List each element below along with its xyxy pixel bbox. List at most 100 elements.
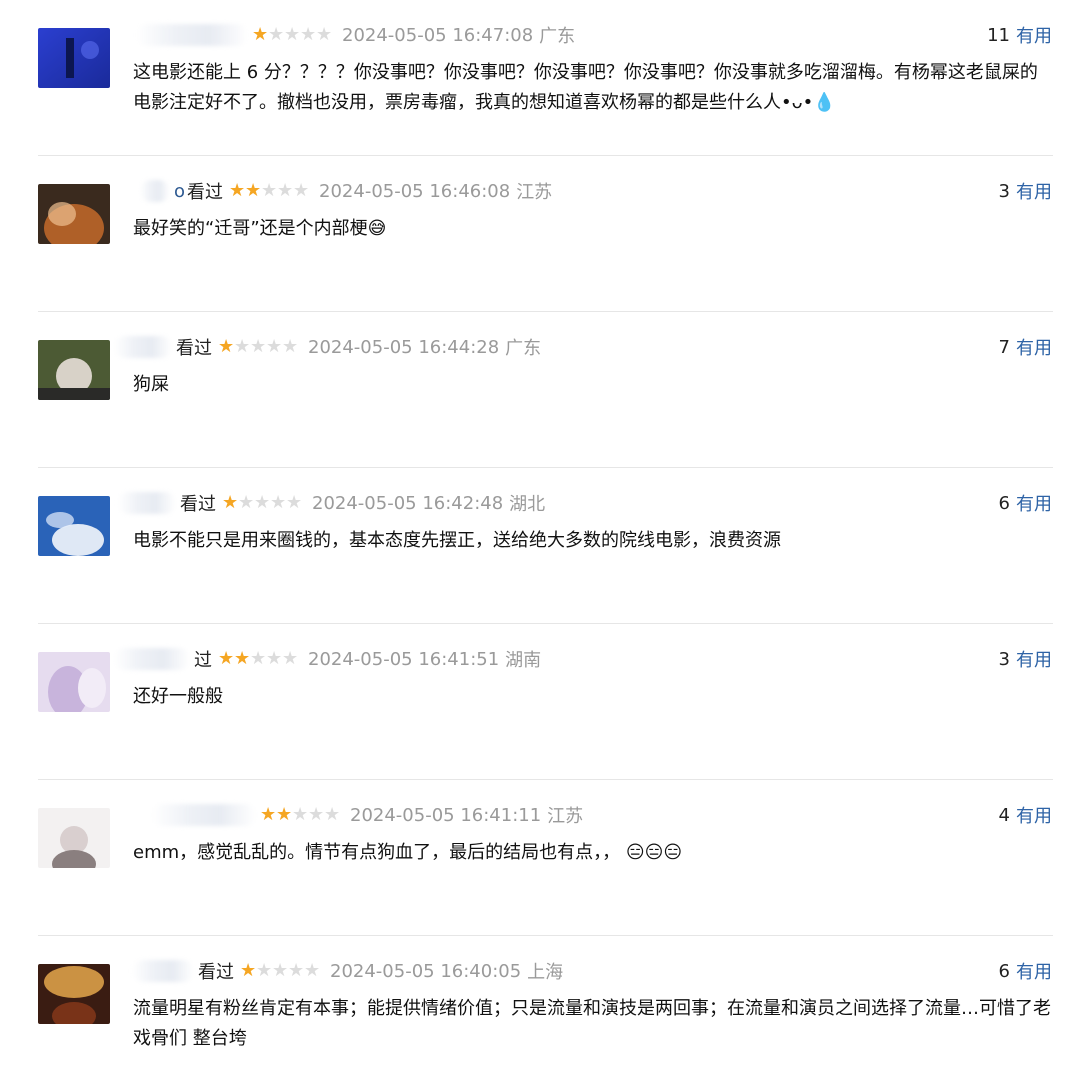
star-filled-icon: ★	[252, 24, 269, 45]
star-empty-icon: ★	[266, 336, 283, 357]
rating-stars: ★ ★ ★ ★ ★	[218, 650, 298, 668]
comment-location: 江苏	[547, 806, 584, 827]
username-tail[interactable]: o	[174, 181, 185, 202]
username-blurred[interactable]	[118, 492, 176, 514]
star-empty-icon: ★	[268, 24, 285, 45]
vote-count: 7	[998, 336, 1010, 358]
vote-area: 7 有用	[999, 332, 1052, 362]
star-empty-icon: ★	[272, 960, 289, 981]
username-blurred[interactable]	[152, 804, 256, 826]
comment-time: 2024-05-05 16:42:48	[312, 492, 504, 514]
comment-location: 江苏	[516, 182, 553, 203]
avatar[interactable]	[38, 340, 110, 400]
useful-button[interactable]: 有用	[1016, 490, 1052, 516]
vote-count: 11	[987, 24, 1010, 46]
vote-count: 4	[998, 804, 1010, 826]
star-empty-icon: ★	[300, 24, 317, 45]
star-empty-icon: ★	[286, 492, 303, 513]
comment-text: 狗屎	[133, 374, 169, 395]
comment-list: ★ ★ ★ ★ ★ 2024-05-05 16:47:08 广东 11 有用 这电影还能…	[0, 0, 1080, 1092]
avatar[interactable]	[38, 28, 110, 88]
username-blurred[interactable]	[132, 960, 194, 982]
comment-item: 看过 ★ ★ ★ ★ ★ 2024-05-05 16:42:48 湖北 6 有用 电影不…	[0, 468, 1080, 624]
comment-text: 还好一般般	[133, 686, 223, 707]
star-empty-icon: ★	[238, 492, 255, 513]
star-filled-icon: ★	[222, 492, 239, 513]
avatar[interactable]	[38, 496, 110, 556]
comment-location: 湖南	[505, 650, 542, 671]
watch-status: 看过	[198, 962, 234, 983]
star-empty-icon: ★	[308, 804, 325, 825]
star-empty-icon: ★	[293, 180, 310, 201]
star-empty-icon: ★	[234, 336, 251, 357]
vote-count: 3	[998, 180, 1010, 202]
username-blurred[interactable]	[114, 648, 190, 670]
comment-text: 电影不能只是用来圈钱的，基本态度先摆正，送给绝大多数的院线电影，浪费资源	[133, 530, 781, 551]
comment-item: o 看过 ★ ★ ★ ★ ★ 2024-05-05 16:46:08 江苏 3 有用 最…	[0, 156, 1080, 312]
comment-meta: ★ ★ ★ ★ ★ 2024-05-05 16:41:11 江苏	[152, 800, 583, 830]
star-empty-icon: ★	[304, 960, 321, 981]
watch-status: 过	[194, 650, 212, 671]
star-empty-icon: ★	[324, 804, 341, 825]
star-empty-icon: ★	[270, 492, 287, 513]
comment-text: emm，感觉乱乱的。情节有点狗血了，最后的结局也有点，， 😑😑😑	[133, 842, 683, 863]
vote-count: 3	[998, 648, 1010, 670]
star-empty-icon: ★	[316, 24, 333, 45]
star-empty-icon: ★	[292, 804, 309, 825]
avatar[interactable]	[38, 652, 110, 712]
avatar[interactable]	[38, 964, 110, 1024]
vote-area: 4 有用	[999, 800, 1052, 830]
comment-time: 2024-05-05 16:40:05	[330, 960, 522, 982]
avatar[interactable]	[38, 808, 110, 868]
useful-button[interactable]: 有用	[1016, 22, 1052, 48]
comment-location: 广东	[505, 338, 542, 359]
comment-text: 最好笑的“迁哥”还是个内部梗😅	[133, 218, 387, 239]
comment-item: 过 ★ ★ ★ ★ ★ 2024-05-05 16:41:51 湖南 3 有用 还好一般…	[0, 624, 1080, 780]
useful-button[interactable]: 有用	[1016, 646, 1052, 672]
useful-button[interactable]: 有用	[1016, 802, 1052, 828]
comment-item: ★ ★ ★ ★ ★ 2024-05-05 16:47:08 广东 11 有用 这电影还能…	[0, 0, 1080, 156]
username-blurred[interactable]	[136, 24, 248, 46]
rating-stars: ★ ★ ★ ★ ★	[218, 338, 298, 356]
star-filled-icon: ★	[245, 180, 262, 201]
comment-text: 流量明星有粉丝肯定有本事；能提供情绪价值；只是流量和演技是两回事；在流量和演员之…	[133, 998, 1051, 1049]
star-empty-icon: ★	[284, 24, 301, 45]
avatar[interactable]	[38, 184, 110, 244]
vote-area: 6 有用	[999, 956, 1052, 986]
vote-count: 6	[998, 492, 1010, 514]
star-filled-icon: ★	[260, 804, 277, 825]
rating-stars: ★ ★ ★ ★ ★	[260, 806, 340, 824]
useful-button[interactable]: 有用	[1016, 334, 1052, 360]
star-empty-icon: ★	[266, 648, 283, 669]
comment-location: 上海	[527, 962, 564, 983]
watch-status: 看过	[180, 494, 216, 515]
comment-meta: 看过 ★ ★ ★ ★ ★ 2024-05-05 16:42:48 湖北	[118, 488, 545, 518]
star-filled-icon: ★	[276, 804, 293, 825]
star-empty-icon: ★	[277, 180, 294, 201]
star-empty-icon: ★	[254, 492, 271, 513]
star-empty-icon: ★	[282, 648, 299, 669]
rating-stars: ★ ★ ★ ★ ★	[252, 26, 332, 44]
comment-meta: ★ ★ ★ ★ ★ 2024-05-05 16:47:08 广东	[136, 20, 575, 50]
comment-meta: 过 ★ ★ ★ ★ ★ 2024-05-05 16:41:51 湖南	[114, 644, 541, 674]
comment-item: 看过 ★ ★ ★ ★ ★ 2024-05-05 16:40:05 上海 6 有用 流量明…	[0, 936, 1080, 1092]
comment-time: 2024-05-05 16:41:11	[350, 804, 542, 826]
rating-stars: ★ ★ ★ ★ ★	[222, 494, 302, 512]
vote-area: 11 有用	[987, 20, 1052, 50]
star-empty-icon: ★	[282, 336, 299, 357]
vote-area: 3 有用	[999, 176, 1052, 206]
comment-meta: 看过 ★ ★ ★ ★ ★ 2024-05-05 16:40:05 上海	[132, 956, 563, 986]
comment-meta: 看过 ★ ★ ★ ★ ★ 2024-05-05 16:44:28 广东	[114, 332, 541, 362]
star-filled-icon: ★	[218, 648, 235, 669]
comment-item: 看过 ★ ★ ★ ★ ★ 2024-05-05 16:44:28 广东 7 有用 狗屎	[0, 312, 1080, 468]
username-blurred[interactable]	[140, 180, 170, 202]
useful-button[interactable]: 有用	[1016, 178, 1052, 204]
comment-time: 2024-05-05 16:47:08	[342, 24, 534, 46]
rating-stars: ★ ★ ★ ★ ★	[229, 182, 309, 200]
vote-count: 6	[998, 960, 1010, 982]
username-blurred[interactable]	[114, 336, 172, 358]
comment-time: 2024-05-05 16:44:28	[308, 336, 500, 358]
useful-button[interactable]: 有用	[1016, 958, 1052, 984]
star-filled-icon: ★	[234, 648, 251, 669]
star-filled-icon: ★	[240, 960, 257, 981]
